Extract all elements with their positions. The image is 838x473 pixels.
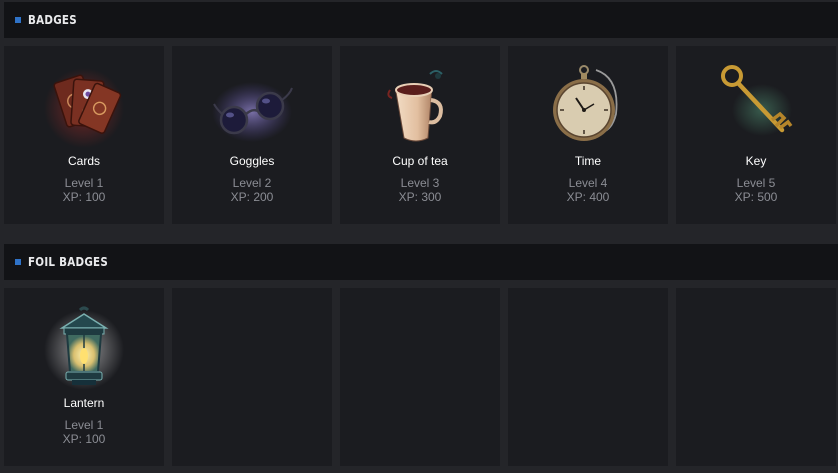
section-title: FOIL BADGES [28, 255, 109, 269]
empty-badge-slot [172, 288, 332, 466]
foil-badges-section-header: FOIL BADGES [4, 244, 838, 280]
badge-xp: XP: 100 [62, 432, 106, 446]
lantern-icon [42, 306, 126, 390]
badge-level: Level 1 [64, 418, 104, 432]
badge-name: Lantern [63, 396, 105, 410]
foil-badges-section: FOIL BADGES Lantern Level 1 XP: 100 [0, 0, 838, 473]
empty-badge-slot [508, 288, 668, 466]
empty-badge-slot [340, 288, 500, 466]
section-marker-icon [15, 259, 21, 265]
foil-badge-card-lantern[interactable]: Lantern Level 1 XP: 100 [4, 288, 164, 466]
foil-badges-grid: Lantern Level 1 XP: 100 [4, 288, 838, 466]
empty-badge-slot [676, 288, 836, 466]
